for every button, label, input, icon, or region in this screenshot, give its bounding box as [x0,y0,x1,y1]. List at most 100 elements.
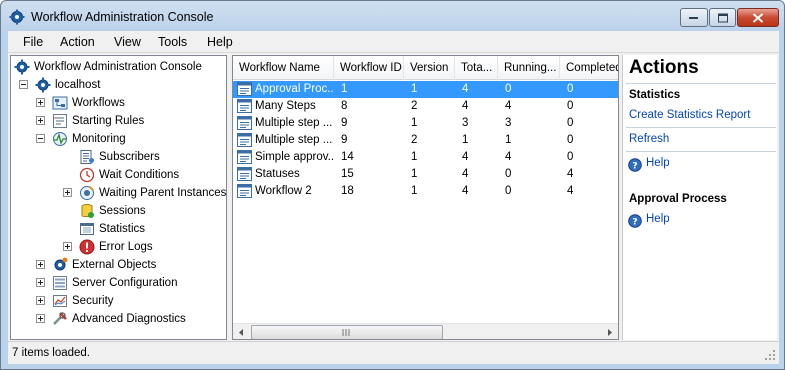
workflow-list[interactable]: Workflow Name Workflow ID Version Tota... Ru… [232,55,619,340]
table-cell: 0 [567,117,574,129]
actions-title: Actions [629,57,699,78]
expand-icon[interactable] [36,296,45,305]
svg-text:?: ? [632,162,637,172]
scrollbar-thumb[interactable] [251,325,443,339]
table-cell: 8 [341,100,348,112]
table-cell: Multiple step ... [255,134,333,146]
expand-icon[interactable] [36,260,45,269]
tree-item-workflows[interactable]: Workflows [11,94,226,112]
table-row[interactable]: Many Steps 8 2 4 4 0 [233,98,618,115]
tree-item-subscribers[interactable]: Subscribers [11,148,226,166]
tree-item-error-logs[interactable]: Error Logs [11,238,226,256]
parent-instances-icon [80,186,94,200]
table-row[interactable]: Multiple step ... 9 2 1 1 0 [233,132,618,149]
client-area: File Action View Tools Help Workflow Adm… [8,31,779,364]
table-cell: Workflow 2 [255,185,312,197]
workflow-row-icon [237,150,252,164]
close-button[interactable] [737,8,779,27]
workflow-row-icon [237,133,252,147]
sessions-icon [81,204,94,218]
tree-item-starting-rules[interactable]: Starting Rules [11,112,226,130]
tree-item-localhost[interactable]: localhost [11,76,226,94]
scroll-right-icon[interactable] [601,324,618,340]
statistics-icon [80,223,94,235]
tree-item-label: Wait Conditions [99,169,180,181]
navigation-tree[interactable]: Workflow Administration Console localhost… [10,55,227,340]
tree-item-server-configuration[interactable]: Server Configuration [11,274,226,292]
table-cell: 2 [411,134,418,146]
scroll-left-icon[interactable] [233,324,250,340]
table-cell: 15 [341,168,354,180]
tree-item-external-objects[interactable]: External Objects [11,256,226,274]
create-statistics-report-link[interactable]: Create Statistics Report [629,109,750,121]
column-header[interactable]: Completed [560,56,618,80]
app-window: Workflow Administration Console File Act… [0,0,785,370]
workflow-row-icon [237,82,252,96]
menu-bar: File Action View Tools Help [8,31,779,53]
resize-grip-icon[interactable] [764,349,776,361]
actions-pane: Actions Statistics Create Statistics Rep… [622,55,777,340]
horizontal-scrollbar[interactable] [233,323,618,340]
column-header[interactable]: Running... [498,56,560,80]
table-cell: 4 [462,168,469,180]
tree-item-label: Error Logs [99,241,153,253]
tree-item-waiting-parent-instances[interactable]: Waiting Parent Instances [11,184,226,202]
table-cell: 9 [341,134,348,146]
collapse-icon[interactable] [36,134,45,143]
help-link-approval-process[interactable]: Help [646,213,670,225]
expand-icon[interactable] [36,116,45,125]
column-header[interactable]: Version [404,56,455,80]
table-cell: 4 [462,83,469,95]
help-link-statistics[interactable]: Help [646,157,670,169]
tree-item-label: Starting Rules [72,115,145,127]
table-cell: 4 [462,151,469,163]
table-row[interactable]: Multiple step ... 9 1 3 3 0 [233,115,618,132]
column-header[interactable]: Workflow ID [334,56,404,80]
refresh-link[interactable]: Refresh [629,133,669,145]
minimize-button[interactable] [680,8,708,27]
menu-tools[interactable]: Tools [158,35,187,49]
actions-section-approval-process: Approval Process [629,193,727,205]
app-gear-icon [9,9,25,25]
tree-item-security[interactable]: Security [11,292,226,310]
tree-item-statistics[interactable]: Statistics [11,220,226,238]
column-header[interactable]: Workflow Name [233,56,334,80]
menu-action[interactable]: Action [60,35,95,49]
status-bar: 7 items loaded. [8,341,779,364]
expand-icon[interactable] [63,188,72,197]
workflow-row-icon [237,167,252,181]
maximize-button[interactable] [709,8,736,27]
tree-item-workflow-administration-console[interactable]: Workflow Administration Console [11,58,226,76]
expand-icon[interactable] [36,314,45,323]
table-cell: 4 [567,168,574,180]
table-row[interactable]: Statuses 15 1 4 0 4 [233,166,618,183]
table-cell: 0 [567,100,574,112]
workflow-row-icon [237,116,252,130]
tree-item-wait-conditions[interactable]: Wait Conditions [11,166,226,184]
table-cell: 0 [505,185,512,197]
table-row[interactable]: Workflow 2 18 1 4 0 4 [233,183,618,200]
table-cell: 1 [462,134,469,146]
collapse-icon[interactable] [19,80,28,89]
table-cell: 18 [341,185,354,197]
menu-help[interactable]: Help [207,35,233,49]
expand-icon[interactable] [63,242,72,251]
tools-icon [53,312,67,325]
table-cell: 2 [411,100,418,112]
title-bar[interactable]: Workflow Administration Console [1,1,784,31]
expand-icon[interactable] [36,98,45,107]
table-row[interactable]: Approval Proc... 1 1 4 0 0 [233,81,618,98]
menu-view[interactable]: View [114,35,141,49]
separator [626,83,776,84]
table-cell: Simple approv... [255,151,334,163]
expand-icon[interactable] [36,278,45,287]
table-cell: Approval Proc... [255,83,334,95]
tree-item-advanced-diagnostics[interactable]: Advanced Diagnostics [11,310,226,328]
tree-item-monitoring[interactable]: Monitoring [11,130,226,148]
tree-item-sessions[interactable]: Sessions [11,202,226,220]
column-header[interactable]: Tota... [455,56,498,80]
table-cell: 0 [567,134,574,146]
menu-file[interactable]: File [23,35,43,49]
table-row[interactable]: Simple approv... 14 1 4 4 0 [233,149,618,166]
table-cell: 1 [411,185,418,197]
